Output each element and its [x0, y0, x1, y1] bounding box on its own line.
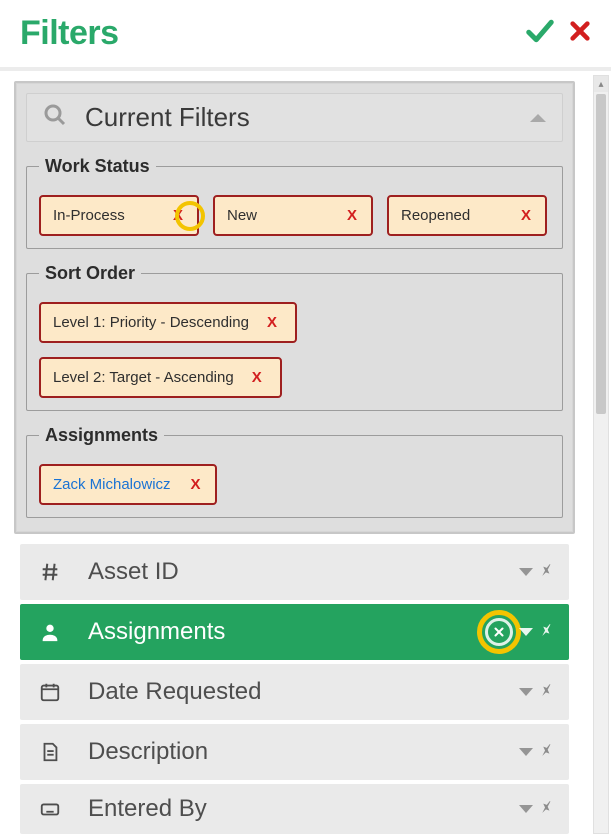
apply-button[interactable] [525, 16, 555, 51]
remove-chip-button[interactable]: X [345, 207, 359, 224]
chip-label: Reopened [401, 207, 519, 224]
chip-label: Level 1: Priority - Descending [53, 314, 265, 331]
collapse-icon[interactable] [530, 114, 546, 122]
filter-chip-in-process[interactable]: In-Process X [39, 195, 199, 236]
pin-icon[interactable] [537, 741, 555, 764]
field-row-description[interactable]: Description [20, 724, 569, 780]
chevron-down-icon[interactable] [519, 568, 533, 576]
field-row-entered-by[interactable]: Entered By [20, 784, 569, 834]
field-label: Entered By [88, 795, 519, 823]
panel-header[interactable]: Current Filters [26, 93, 563, 142]
group-sort-order: Sort Order Level 1: Priority - Descendin… [26, 263, 563, 411]
user-icon [34, 621, 66, 643]
panel-title: Current Filters [85, 102, 250, 133]
chevron-down-icon[interactable] [519, 688, 533, 696]
field-row-date-requested[interactable]: Date Requested [20, 664, 569, 720]
remove-chip-button[interactable]: X [171, 207, 185, 224]
scrollbar[interactable]: ▴ [593, 75, 609, 834]
remove-chip-button[interactable]: X [250, 369, 264, 386]
chip-label: In-Process [53, 207, 171, 224]
page-title: Filters [20, 14, 119, 53]
field-label: Asset ID [88, 558, 519, 586]
clear-filter-button[interactable] [485, 618, 513, 646]
filter-chip-new[interactable]: New X [213, 195, 373, 236]
chevron-down-icon[interactable] [519, 628, 533, 636]
group-assignments: Assignments Zack Michalowicz X [26, 425, 563, 518]
calendar-icon [34, 681, 66, 703]
search-icon [43, 103, 67, 132]
chip-label: Level 2: Target - Ascending [53, 369, 250, 386]
field-label: Assignments [88, 618, 485, 646]
current-filters-panel: Current Filters Work Status In-Process X… [14, 81, 575, 534]
remove-chip-button[interactable]: X [265, 314, 279, 331]
group-legend: Work Status [39, 156, 156, 177]
pin-icon[interactable] [537, 798, 555, 821]
scroll-up-icon[interactable]: ▴ [594, 76, 608, 92]
pin-icon[interactable] [537, 561, 555, 584]
keyboard-icon [34, 798, 66, 820]
close-button[interactable] [569, 20, 591, 47]
assignment-chip[interactable]: Zack Michalowicz X [39, 464, 217, 505]
file-icon [34, 741, 66, 763]
field-row-asset-id[interactable]: Asset ID [20, 544, 569, 600]
field-label: Description [88, 738, 519, 766]
filter-chip-reopened[interactable]: Reopened X [387, 195, 547, 236]
sort-chip-level1[interactable]: Level 1: Priority - Descending X [39, 302, 297, 343]
remove-chip-button[interactable]: X [519, 207, 533, 224]
pin-icon[interactable] [537, 621, 555, 644]
chip-label: New [227, 207, 345, 224]
group-legend: Sort Order [39, 263, 141, 284]
group-work-status: Work Status In-Process X New X Reopened [26, 156, 563, 249]
remove-chip-button[interactable]: X [189, 476, 203, 493]
pin-icon[interactable] [537, 681, 555, 704]
chip-label: Zack Michalowicz [53, 476, 189, 493]
sort-chip-level2[interactable]: Level 2: Target - Ascending X [39, 357, 282, 398]
field-row-assignments[interactable]: Assignments [20, 604, 569, 660]
field-label: Date Requested [88, 678, 519, 706]
hash-icon [34, 561, 66, 583]
group-legend: Assignments [39, 425, 164, 446]
scrollbar-thumb[interactable] [596, 94, 606, 414]
chevron-down-icon[interactable] [519, 748, 533, 756]
